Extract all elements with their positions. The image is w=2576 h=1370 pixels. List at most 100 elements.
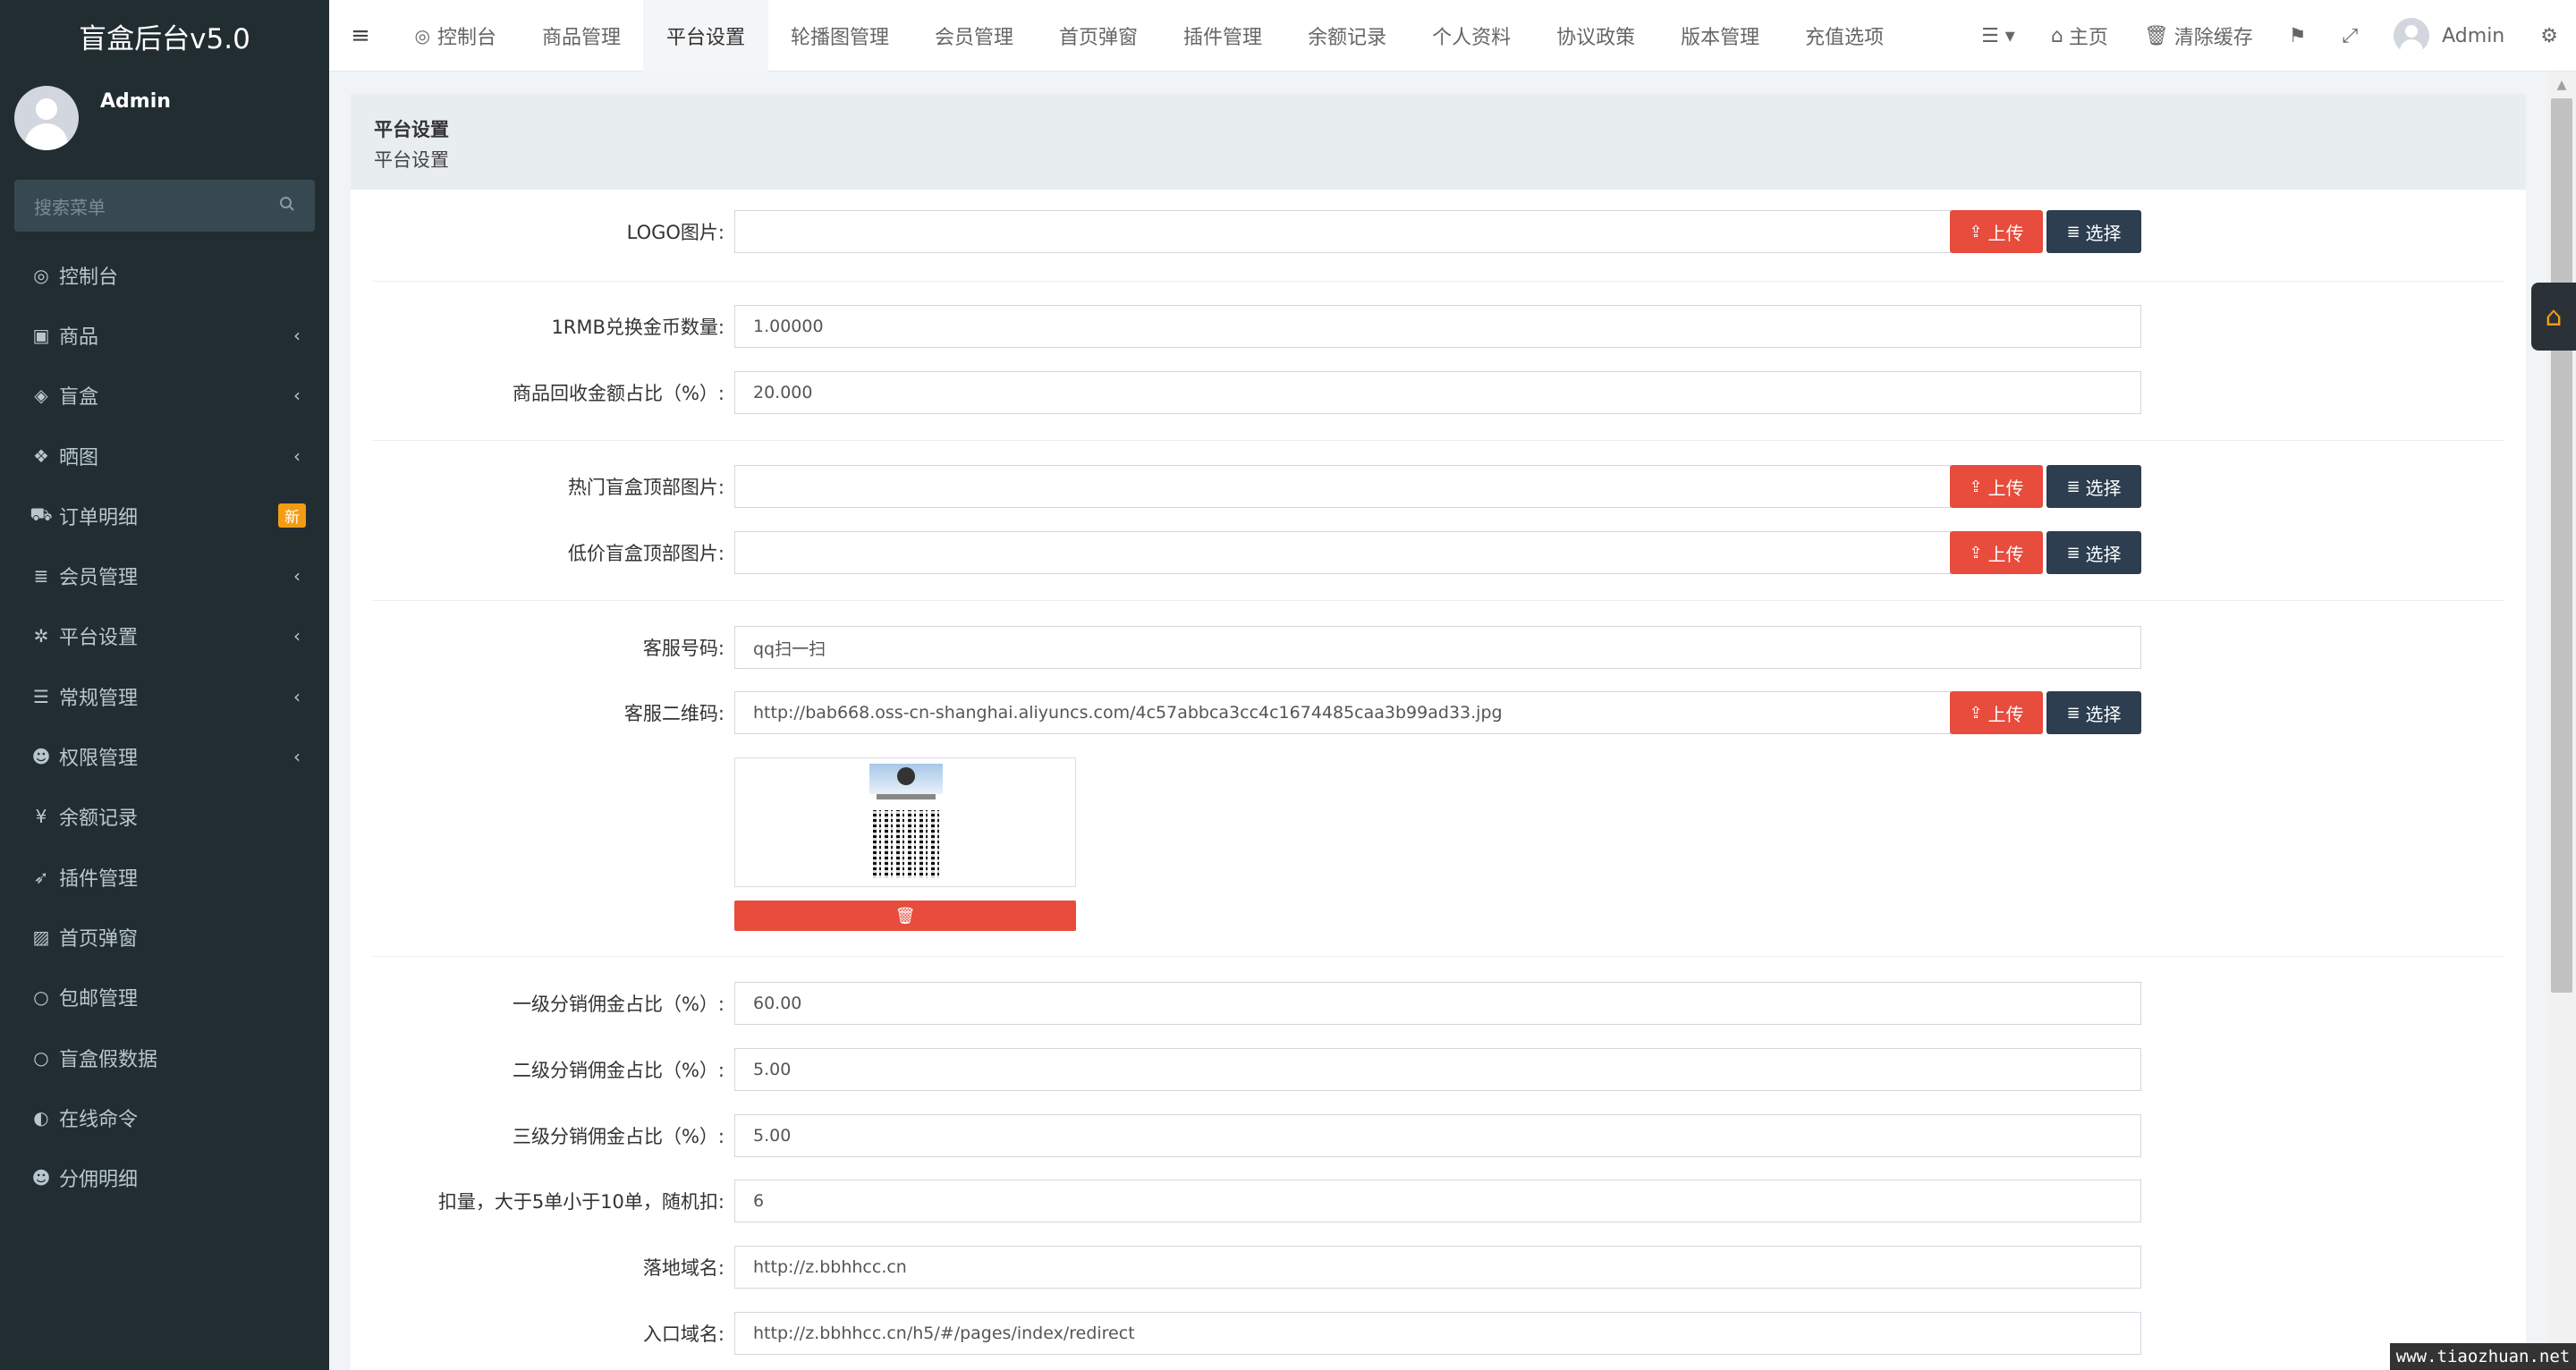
sidebar-item-label: 常规管理 [59,687,139,710]
top-tab[interactable]: 会员管理 [912,0,1037,72]
sidebar-item[interactable]: ○ 盲盒假数据 [0,1028,329,1087]
sidebar-item[interactable]: ☻ 分佣明细 [0,1147,329,1207]
chevron-left-icon: ‹ [293,746,301,768]
admin-label: Admin [2442,24,2505,47]
clear-cache-button[interactable]: 🗑 清除缓存 [2126,0,2271,72]
top-tab[interactable]: 轮播图管理 [768,0,912,72]
cs-qr-field[interactable]: http://bab668.oss-cn-shanghai.aliyuncs.c… [734,691,1951,734]
sidebar-item[interactable]: ≣ 会员管理 ‹ [0,545,329,605]
cs-number-row: 客服号码: qq扫一扫 [351,626,2526,669]
level1-field[interactable]: 60.00 [734,982,2141,1025]
entry-domain-field[interactable]: http://z.bbhhcc.cn/h5/#/pages/index/redi… [734,1312,2141,1355]
sidebar-item[interactable]: ➶ 插件管理 [0,847,329,907]
top-tab[interactable]: 平台设置 [643,0,768,72]
top-tab[interactable]: 个人资料 [1410,0,1534,72]
top-tab-label: 会员管理 [935,26,1014,49]
divider [372,281,2504,282]
trash-icon: 🗑 [2143,24,2169,47]
sidebar-item[interactable]: ✲ 平台设置 ‹ [0,606,329,666]
settings-gears-icon[interactable]: ⚙ [2522,0,2576,72]
sidebar-item[interactable]: ○ 包邮管理 [0,968,329,1028]
home-link[interactable]: ⌂ 主页 [2033,0,2126,72]
sidebar-item[interactable]: ◈ 盲盒 ‹ [0,366,329,426]
qr-choose-button[interactable]: ≣ 选择 [2046,691,2141,734]
sidebar-item[interactable]: ▣ 商品 ‹ [0,305,329,365]
upload-icon: ⇪ [1969,703,1983,723]
cheap-upload-button[interactable]: ⇪ 上传 [1950,531,2043,574]
settings-panel: 平台设置 平台设置 LOGO图片: ⇪ 上传 ≣ 选择 1RMB兑换金币数量: 1.… [351,94,2526,1370]
user-menu[interactable]: Admin [2376,0,2522,72]
qr-upload-button[interactable]: ⇪ 上传 [1950,691,2043,734]
search-input[interactable]: 搜索菜单 [14,180,315,232]
rmb-field[interactable]: 1.00000 [734,305,2141,348]
logo-field[interactable] [734,210,1951,253]
sidebar-item-label: 余额记录 [59,808,139,831]
scroll-thumb[interactable] [2551,98,2572,993]
level1-row: 一级分销佣金占比（%）: 60.00 [351,982,2526,1025]
sidebar-item-label: 插件管理 [59,867,139,891]
top-tab[interactable]: ◎ 控制台 [392,0,519,72]
logo-upload-button[interactable]: ⇪ 上传 [1950,210,2043,253]
rmb-row: 1RMB兑换金币数量: 1.00000 [351,305,2526,348]
sidebar-item[interactable]: ¥ 余额记录 [0,787,329,847]
scrollbar[interactable]: ▲ [2547,72,2576,1370]
sidebar-item[interactable]: ▨ 首页弹窗 [0,907,329,967]
recycle-field[interactable]: 20.000 [734,371,2141,414]
qr-delete-button[interactable]: 🗑 [734,901,1076,931]
landing-domain-field[interactable]: http://z.bbhhcc.cn [734,1246,2141,1289]
cheap-image-field[interactable] [734,531,1951,574]
hot-image-field[interactable] [734,465,1951,508]
qr-code-image [869,764,943,882]
top-tab[interactable]: 商品管理 [519,0,643,72]
deduct-field[interactable]: 6 [734,1180,2141,1222]
dropbox-icon: ❖ [33,444,49,467]
upload-label: 上传 [1987,222,2024,244]
level2-field[interactable]: 5.00 [734,1048,2141,1091]
level2-row: 二级分销佣金占比（%）: 5.00 [351,1048,2526,1091]
level3-field[interactable]: 5.00 [734,1114,2141,1157]
list-icon: ≣ [2066,222,2080,241]
fullscreen-icon[interactable]: ⤢ [2325,0,2377,72]
landing-domain-row: 落地域名: http://z.bbhhcc.cn [351,1246,2526,1289]
search-icon[interactable] [279,195,295,216]
language-icon[interactable]: ⚑ [2271,0,2325,72]
skin-settings-handle-icon[interactable]: ⌂ [2531,283,2576,351]
sidebar-menu: ◎ 控制台 ▣ 商品 ‹ ◈ 盲盒 ‹ ❖ 晒图 ‹ ⛟ 订单明细 新 ≣ 会员管理 ‹ ✲ 平台设置 ‹ ☰ 常规管理 ‹… [0,245,329,1208]
sidebar-item[interactable]: ☰ 常规管理 ‹ [0,666,329,726]
sidebar-item[interactable]: ❖ 晒图 ‹ [0,426,329,486]
landing-domain-label: 落地域名: [642,1257,724,1279]
group-icon: ☻ [31,746,51,768]
hot-choose-button[interactable]: ≣ 选择 [2046,465,2141,508]
tab-list-dropdown-icon[interactable]: ☰ ▾ [1963,0,2033,72]
top-tab[interactable]: 插件管理 [1161,0,1285,72]
sidebar-item-label: 权限管理 [59,748,139,771]
top-tab[interactable]: 充值选项 [1783,0,1907,72]
top-tab[interactable]: 协议政策 [1534,0,1658,72]
new-badge: 新 [278,503,306,529]
cheap-choose-button[interactable]: ≣ 选择 [2046,531,2141,574]
app-logo[interactable]: 盲盒后台v5.0 [0,0,329,72]
top-tab[interactable]: 首页弹窗 [1037,0,1161,72]
sidebar-item[interactable]: ⛟ 订单明细 新 [0,486,329,545]
sidebar-item[interactable]: ◎ 控制台 [0,245,329,305]
hot-upload-button[interactable]: ⇪ 上传 [1950,465,2043,508]
hot-image-label: 热门盲盒顶部图片: [567,477,724,498]
cs-qr-row: 客服二维码: http://bab668.oss-cn-shanghai.ali… [351,691,2526,734]
sidebar-item[interactable]: ☻ 权限管理 ‹ [0,726,329,786]
top-tab[interactable]: 余额记录 [1285,0,1410,72]
top-navbar: ≡ ◎ 控制台 商品管理 平台设置 轮播图管理 会员管理 首页弹窗 插件管理 余额记录 个人资料 协… [329,0,2576,72]
circle-icon: ○ [33,1046,49,1069]
entry-domain-row: 入口域名: http://z.bbhhcc.cn/h5/#/pages/inde… [351,1312,2526,1355]
image-icon: ▨ [32,926,50,948]
top-right-actions: ☰ ▾ ⌂ 主页 🗑 清除缓存 ⚑ ⤢ Admin ⚙ [1963,0,2576,72]
logo-choose-button[interactable]: ≣ 选择 [2046,210,2141,253]
sidebar-item-label: 首页弹窗 [59,927,139,951]
entry-domain-label: 入口域名: [642,1323,724,1345]
scroll-up-icon[interactable]: ▲ [2547,72,2576,98]
menu-toggle-icon[interactable]: ≡ [329,0,392,72]
list-icon: ≣ [33,565,49,588]
sidebar-item[interactable]: ◐ 在线命令 [0,1087,329,1147]
cs-number-field[interactable]: qq扫一扫 [734,626,2141,669]
cs-qr-label: 客服二维码: [623,703,724,724]
top-tab[interactable]: 版本管理 [1658,0,1783,72]
